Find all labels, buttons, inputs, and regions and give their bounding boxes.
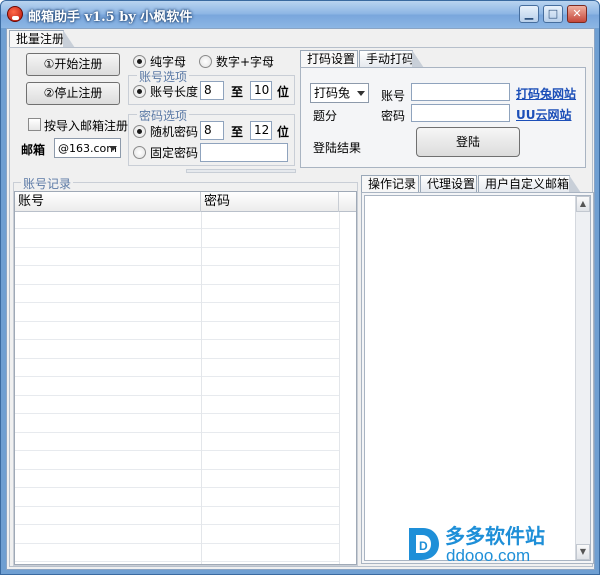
stop-register-button[interactable]: ②停止注册 [26, 82, 120, 105]
random-password-min-field[interactable]: 8 [200, 121, 224, 140]
import-mailbox-checkbox[interactable] [28, 118, 41, 131]
random-password-label: 随机密码 [150, 125, 199, 139]
captcha-account-field[interactable] [411, 83, 510, 101]
app-window: 邮箱助手 v1.5 by 小枫软件 ▁ □ ✕ 批量注册 ①开始注册 ②停止注册… [0, 0, 600, 575]
radio-digits-letters[interactable] [199, 55, 212, 68]
tab-label: 批量注册 [16, 32, 65, 46]
dama-website-link[interactable]: 打码兔网站 [516, 85, 576, 102]
account-length-label: 账号长度 [150, 85, 199, 99]
login-button[interactable]: 登陆 [416, 127, 520, 157]
table-row[interactable] [15, 471, 339, 488]
log-scrollbar[interactable]: ▲ ▼ [575, 196, 590, 560]
radio-account-length[interactable] [133, 85, 146, 98]
table-row[interactable] [15, 231, 339, 248]
mailbox-select[interactable]: @163.com [54, 138, 121, 158]
account-length-min-field[interactable]: 8 [200, 81, 224, 100]
tab-label: 打码设置 [307, 52, 356, 66]
table-row[interactable] [15, 360, 339, 377]
table-row[interactable] [15, 323, 339, 340]
tab-captcha-settings[interactable]: 打码设置 [300, 50, 358, 68]
operation-log-textarea[interactable] [364, 195, 591, 561]
batch-register-panel: ①开始注册 ②停止注册 按导入邮箱注册 邮箱 @163.com 纯字母 数字+字… [9, 47, 594, 567]
column-header-password[interactable]: 密码 [201, 192, 339, 212]
window-title: 邮箱助手 v1.5 by 小枫软件 [28, 10, 193, 25]
random-password-unit-label: 位 [277, 125, 290, 139]
table-row[interactable] [15, 545, 339, 562]
random-password-max-field[interactable]: 12 [250, 121, 272, 140]
operation-log-panel: ▲ ▼ [361, 192, 594, 564]
tab-operation-log[interactable]: 操作记录 [361, 175, 419, 193]
score-label: 题分 [313, 109, 338, 123]
title-bar[interactable]: 邮箱助手 v1.5 by 小枫软件 ▁ □ ✕ [1, 1, 599, 28]
start-register-button[interactable]: ①开始注册 [26, 53, 120, 76]
table-row[interactable] [15, 212, 339, 229]
table-row[interactable] [15, 342, 339, 359]
ddooo-logo-icon: D [409, 528, 439, 560]
table-row[interactable] [15, 490, 339, 507]
radio-random-password[interactable] [133, 125, 146, 138]
column-divider [201, 212, 202, 564]
radio-letters-only[interactable] [133, 55, 146, 68]
logo-letter: D [419, 539, 428, 553]
radio-digits-letters-label: 数字+字母 [216, 55, 275, 69]
tab-proxy-settings[interactable]: 代理设置 [420, 175, 477, 193]
table-row[interactable] [15, 286, 339, 303]
captcha-account-label: 账号 [381, 89, 406, 103]
watermark: D 多多软件站 ddooo.com [405, 520, 580, 566]
client-area: 批量注册 ①开始注册 ②停止注册 按导入邮箱注册 邮箱 @163.com 纯字母… [6, 28, 595, 570]
captcha-settings-panel: 打码兔 题分 账号 密码 打码兔网站 UU云网站 登陆结果 登陆 [300, 67, 586, 168]
account-length-to-label: 至 [231, 85, 244, 99]
column-header-spacer [339, 192, 356, 212]
captcha-password-label: 密码 [381, 109, 406, 123]
chevron-down-icon [109, 146, 117, 151]
minimize-button[interactable]: ▁ [519, 5, 539, 23]
tab-batch-register[interactable]: 批量注册 [9, 30, 75, 48]
table-row[interactable] [15, 508, 339, 525]
scroll-up-icon[interactable]: ▲ [576, 196, 590, 212]
captcha-service-select[interactable]: 打码兔 [310, 83, 369, 103]
records-table[interactable]: 账号 密码 [14, 191, 357, 565]
records-title: 账号记录 [21, 175, 74, 192]
app-logo-icon [7, 6, 23, 22]
close-button[interactable]: ✕ [567, 5, 587, 23]
tab-label: 操作记录 [368, 177, 417, 191]
password-options-title: 密码选项 [137, 107, 190, 124]
random-password-to-label: 至 [231, 125, 244, 139]
table-row[interactable] [15, 305, 339, 322]
tab-custom-mailbox[interactable]: 用户自定义邮箱 [478, 175, 581, 193]
account-length-unit-label: 位 [277, 85, 290, 99]
table-row[interactable] [15, 434, 339, 451]
records-table-header: 账号 密码 [15, 192, 356, 212]
table-row[interactable] [15, 453, 339, 470]
table-row[interactable] [15, 249, 339, 266]
radio-fixed-password[interactable] [133, 146, 146, 159]
watermark-title: 多多软件站 [445, 524, 545, 548]
mailbox-label: 邮箱 [21, 143, 46, 157]
column-header-account[interactable]: 账号 [15, 192, 201, 212]
splitter-handle[interactable] [186, 169, 296, 173]
maximize-button[interactable]: □ [543, 5, 563, 23]
chevron-down-icon [357, 91, 365, 96]
table-row[interactable] [15, 268, 339, 285]
table-row[interactable] [15, 397, 339, 414]
fixed-password-field[interactable] [200, 143, 288, 162]
tab-label: 手动打码 [366, 52, 415, 66]
captcha-password-field[interactable] [411, 104, 510, 122]
watermark-url: ddooo.com [446, 546, 531, 565]
tab-label: 代理设置 [427, 177, 476, 191]
table-row[interactable] [15, 416, 339, 433]
column-divider [339, 212, 340, 564]
captcha-service-value: 打码兔 [314, 86, 351, 100]
account-length-max-field[interactable]: 10 [250, 81, 272, 100]
table-row[interactable] [15, 527, 339, 544]
tab-manual-captcha[interactable]: 手动打码 [359, 50, 424, 68]
login-result-label: 登陆结果 [313, 141, 362, 155]
uu-website-link[interactable]: UU云网站 [516, 106, 572, 123]
fixed-password-label: 固定密码 [150, 146, 199, 160]
table-row[interactable] [15, 379, 339, 396]
import-mailbox-label: 按导入邮箱注册 [44, 119, 129, 133]
tab-label: 用户自定义邮箱 [485, 177, 570, 191]
